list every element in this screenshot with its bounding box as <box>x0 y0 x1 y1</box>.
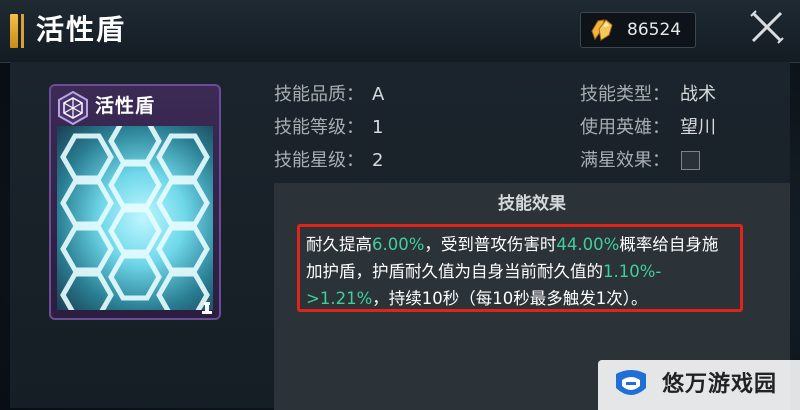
watermark: 悠万游戏园 <box>598 360 800 410</box>
page-title: 活性盾 <box>36 13 127 46</box>
title-accent-line <box>21 14 24 48</box>
star-value: 2 <box>372 150 384 171</box>
star-label: 技能星级： <box>274 150 364 171</box>
hero-label: 使用英雄： <box>580 117 670 138</box>
skill-card: 活性盾 <box>49 84 221 320</box>
fullstar-label: 满星效果： <box>580 150 670 171</box>
type-label: 技能类型： <box>580 84 670 105</box>
watermark-text: 悠万游戏园 <box>662 372 778 397</box>
card-skill-name: 活性盾 <box>95 95 156 117</box>
currency-value: 86524 <box>627 20 682 40</box>
effect-text-2: ，受到普攻伤害时 <box>424 235 557 254</box>
type-value: 战术 <box>680 84 716 105</box>
effect-description: 耐久提高6.00%，受到普攻伤害时44.00%概率给自身施加护盾，护盾耐久值为自… <box>297 224 743 312</box>
effect-text-1: 耐久提高 <box>306 235 372 254</box>
gold-crystal-icon <box>589 17 615 43</box>
level-label: 技能等级： <box>274 117 364 138</box>
quality-value: A <box>372 84 385 105</box>
currency-display: 86524 <box>580 12 696 48</box>
hexagon-shield-badge-icon <box>55 90 91 126</box>
fullstar-checkbox[interactable] <box>681 151 700 170</box>
watermark-logo-icon <box>610 368 652 402</box>
effect-title: 技能效果 <box>498 194 566 214</box>
level-value: 1 <box>372 117 384 138</box>
effect-value-2: 44.00% <box>556 235 620 254</box>
effect-value-1: 6.00% <box>372 235 425 254</box>
hero-value: 望川 <box>680 117 716 138</box>
header-bar: 活性盾 86524 <box>0 0 800 63</box>
effect-text-4: ，持续10秒（每10秒最多触发1次）。 <box>372 289 648 308</box>
quality-label: 技能品质： <box>274 84 364 105</box>
title-accent <box>10 14 18 48</box>
close-button[interactable] <box>740 6 794 52</box>
close-icon <box>747 7 787 51</box>
chess-piece-icon <box>201 300 213 314</box>
hexagon-shield-art <box>57 126 213 310</box>
